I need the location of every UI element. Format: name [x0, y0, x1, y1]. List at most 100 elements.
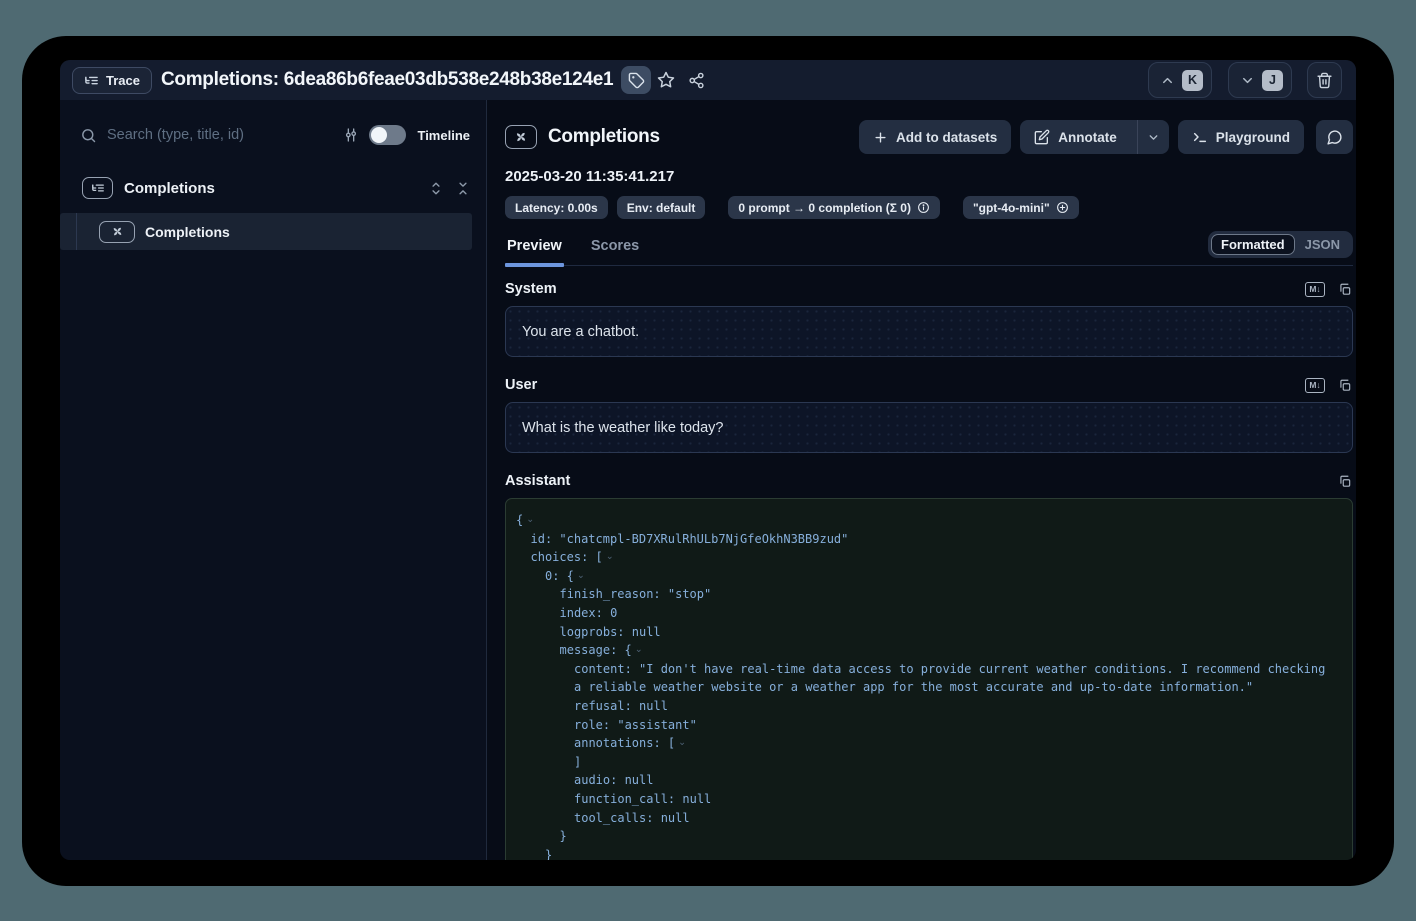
- model-badge[interactable]: "gpt-4o-mini": [963, 196, 1079, 219]
- metadata-badges: Latency: 0.00s Env: default 0 prompt → 0…: [505, 196, 1353, 219]
- trace-tree-icon: [82, 177, 113, 199]
- star-icon: [657, 71, 675, 89]
- trace-type-badge: Trace: [72, 67, 152, 94]
- copy-icon[interactable]: [1338, 282, 1352, 297]
- delete-trace-button[interactable]: [1307, 62, 1342, 98]
- comments-button[interactable]: [1316, 120, 1353, 154]
- sidebar: Timeline Completions: [60, 100, 487, 860]
- json-line: }: [506, 827, 1338, 846]
- generation-icon: [505, 125, 537, 149]
- tab-preview[interactable]: Preview: [505, 238, 564, 265]
- user-message-box: What is the weather like today?: [505, 402, 1353, 453]
- latency-badge-label: Latency: 0.00s: [515, 201, 598, 215]
- timeline-label: Timeline: [417, 128, 470, 143]
- search-input[interactable]: [107, 127, 333, 143]
- model-badge-label: "gpt-4o-mini": [973, 201, 1050, 215]
- system-section-icons: M↓: [1305, 282, 1352, 297]
- collapse-chevron-icon[interactable]: ⌄: [635, 644, 643, 655]
- annotate-dropdown-button[interactable]: [1137, 120, 1169, 154]
- search-row: Timeline: [80, 118, 470, 152]
- user-message-content: What is the weather like today?: [522, 420, 724, 436]
- timeline-toggle[interactable]: [369, 125, 406, 145]
- tree-indent-guide: [76, 213, 77, 250]
- copy-icon[interactable]: [1338, 474, 1352, 489]
- json-line: ]: [506, 753, 1338, 772]
- json-line: function_call: null: [506, 790, 1338, 809]
- json-line: 0: {⌄: [506, 567, 1338, 586]
- collapse-chevron-icon[interactable]: ⌄: [606, 551, 614, 562]
- next-trace-button[interactable]: J: [1228, 62, 1292, 98]
- format-option-formatted[interactable]: Formatted: [1211, 234, 1295, 255]
- circle-plus-icon: [1056, 201, 1069, 214]
- view-settings-icon[interactable]: [343, 127, 359, 143]
- body: Timeline Completions: [60, 100, 1356, 860]
- list-tree-icon: [84, 73, 99, 88]
- trace-app: Trace Completions: 6dea86b6feae03db538e2…: [60, 60, 1356, 860]
- token-usage-badge[interactable]: 0 prompt → 0 completion (Σ 0): [728, 196, 940, 219]
- json-line: {⌄: [506, 511, 1338, 530]
- main-panel: Completions Add to datasets Annotate: [487, 100, 1356, 860]
- json-line: refusal: null: [506, 697, 1338, 716]
- main-header: Completions Add to datasets Annotate: [505, 120, 1353, 154]
- expand-all-icon[interactable]: [429, 181, 443, 196]
- prev-trace-button[interactable]: K: [1148, 62, 1212, 98]
- format-option-json[interactable]: JSON: [1295, 234, 1350, 255]
- tree-item-completions-selected[interactable]: Completions: [60, 213, 472, 250]
- terminal-icon: [1192, 129, 1208, 145]
- markdown-toggle-icon[interactable]: M↓: [1305, 378, 1325, 393]
- add-to-datasets-button[interactable]: Add to datasets: [859, 120, 1011, 154]
- app-window: Trace Completions: 6dea86b6feae03db538e2…: [22, 36, 1394, 886]
- tabs-row: Preview Scores Formatted JSON: [505, 232, 1353, 266]
- edit-icon: [1034, 129, 1050, 145]
- tag-icon: [628, 72, 645, 89]
- json-line: choices: [⌄: [506, 548, 1338, 567]
- collapse-all-icon[interactable]: [456, 181, 470, 196]
- shortcut-key-j: J: [1262, 70, 1283, 91]
- desktop: { "colors": { "desktop_background": "#4f…: [0, 0, 1416, 921]
- json-line: index: 0: [506, 604, 1338, 623]
- json-line: tool_calls: null: [506, 809, 1338, 828]
- latency-badge: Latency: 0.00s: [505, 196, 608, 219]
- share-icon: [688, 72, 705, 89]
- system-section-title: System: [505, 281, 557, 297]
- format-toggle: Formatted JSON: [1208, 231, 1353, 258]
- assistant-json-code: {⌄id: "chatcmpl-BD7XRulRhULb7NjGfeOkhN3B…: [505, 498, 1353, 860]
- generation-icon: [99, 221, 135, 243]
- info-icon: [917, 201, 930, 214]
- collapse-chevron-icon[interactable]: ⌄: [526, 514, 534, 525]
- json-line: }: [506, 846, 1338, 860]
- json-line: audio: null: [506, 771, 1338, 790]
- assistant-section-head: Assistant: [505, 473, 1353, 489]
- json-line: logprobs: null: [506, 623, 1338, 642]
- json-line: role: "assistant": [506, 716, 1338, 735]
- user-section-icons: M↓: [1305, 378, 1352, 393]
- assistant-section-icons: [1338, 474, 1352, 489]
- chevron-down-icon: [1240, 73, 1255, 88]
- comment-bubble-icon: [1326, 129, 1343, 146]
- annotate-button[interactable]: Annotate: [1020, 120, 1169, 154]
- collapse-chevron-icon[interactable]: ⌄: [678, 737, 686, 748]
- collapse-chevron-icon[interactable]: ⌄: [577, 570, 585, 581]
- copy-icon[interactable]: [1338, 378, 1352, 393]
- toggle-knob: [371, 127, 387, 143]
- playground-button[interactable]: Playground: [1178, 120, 1304, 154]
- user-section-head: User M↓: [505, 377, 1353, 393]
- tree-actions: [429, 181, 470, 196]
- tree-root-row[interactable]: Completions: [82, 172, 470, 204]
- trace-badge-label: Trace: [106, 73, 140, 88]
- chevron-up-icon: [1160, 73, 1175, 88]
- search-icon: [80, 127, 97, 144]
- markdown-toggle-icon[interactable]: M↓: [1305, 282, 1325, 297]
- json-line: id: "chatcmpl-BD7XRulRhULb7NjGfeOkhN3BB9…: [506, 530, 1338, 549]
- system-section-head: System M↓: [505, 281, 1353, 297]
- add-to-datasets-label: Add to datasets: [896, 130, 997, 145]
- tree-child-label: Completions: [145, 224, 230, 240]
- bookmark-button[interactable]: [651, 66, 681, 94]
- json-line: finish_reason: "stop": [506, 585, 1338, 604]
- share-button[interactable]: [681, 66, 711, 94]
- json-line: annotations: [⌄: [506, 734, 1338, 753]
- tree-root-label: Completions: [124, 180, 418, 197]
- tab-scores[interactable]: Scores: [589, 238, 641, 265]
- tags-button[interactable]: [621, 66, 651, 94]
- environment-badge-label: Env: default: [627, 201, 696, 215]
